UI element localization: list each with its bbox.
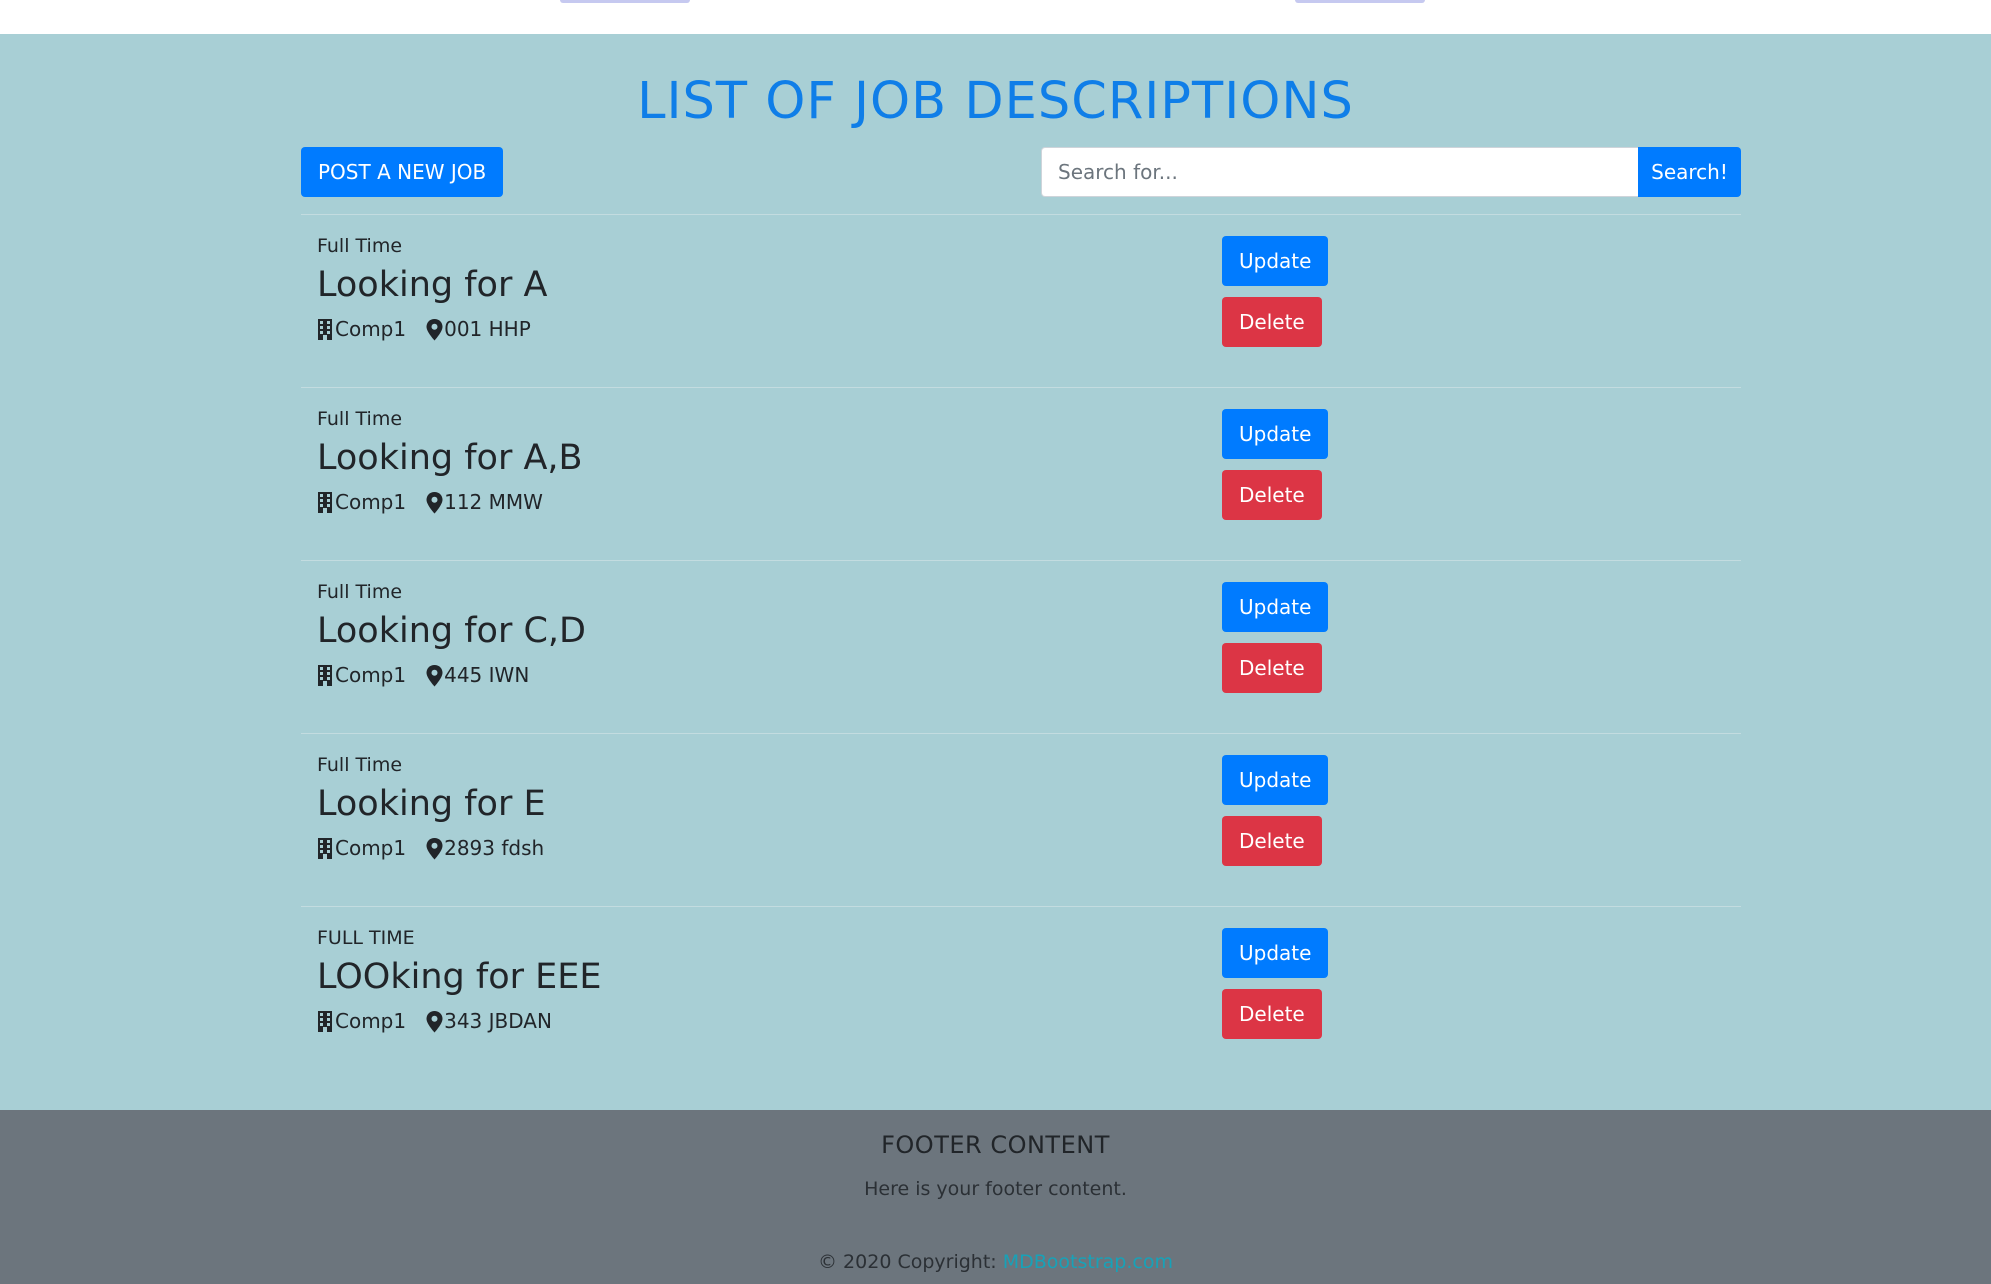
job-title: Looking for A — [317, 265, 548, 305]
job-title: Looking for A,B — [317, 438, 583, 478]
delete-button[interactable]: Delete — [1222, 816, 1322, 866]
job-type: Full Time — [317, 408, 403, 430]
job-type: FULL TIME — [317, 927, 415, 949]
job-type: Full Time — [317, 754, 403, 776]
map-marker-icon — [426, 319, 443, 341]
search-group: Search! — [1041, 147, 1741, 197]
building-icon — [317, 492, 334, 514]
job-meta: Comp1 445 IWN — [317, 663, 529, 687]
delete-button[interactable]: Delete — [1222, 470, 1322, 520]
toolbar: POST A NEW JOB Search! — [301, 147, 1741, 207]
page-title: LIST OF JOB DESCRIPTIONS — [637, 72, 1354, 131]
map-marker-icon — [426, 838, 443, 860]
job-meta: Comp1 2893 fdsh — [317, 836, 544, 860]
job-meta: Comp1 112 MMW — [317, 490, 543, 514]
map-marker-icon — [426, 1011, 443, 1033]
update-button[interactable]: Update — [1222, 236, 1329, 286]
job-location: 001 HHP — [426, 317, 531, 341]
job-list: Full Time Looking for A Comp1 001 HHP Up… — [301, 214, 1741, 1079]
job-meta: Comp1 001 HHP — [317, 317, 531, 341]
delete-button[interactable]: Delete — [1222, 297, 1322, 347]
job-actions: Update Delete — [1222, 928, 1329, 1050]
top-glint-right — [1295, 0, 1425, 3]
job-meta: Comp1 343 JBDAN — [317, 1009, 552, 1033]
location-text: 2893 fdsh — [444, 836, 545, 860]
company-name: Comp1 — [335, 836, 407, 860]
delete-button[interactable]: Delete — [1222, 989, 1322, 1039]
search-input[interactable] — [1041, 147, 1638, 197]
job-location: 343 JBDAN — [426, 1009, 552, 1033]
footer-text: Here is your footer content. — [864, 1178, 1127, 1200]
building-icon — [317, 319, 334, 341]
job-item: Full Time Looking for A,B Comp1 112 MMW … — [301, 387, 1741, 560]
location-text: 112 MMW — [444, 490, 543, 514]
job-location: 445 IWN — [426, 663, 529, 687]
job-actions: Update Delete — [1222, 582, 1329, 704]
map-marker-icon — [426, 492, 443, 514]
job-actions: Update Delete — [1222, 755, 1329, 877]
copyright: © 2020 Copyright: MDBootstrap.com — [0, 1251, 1991, 1273]
company-name: Comp1 — [335, 317, 407, 341]
building-icon — [317, 838, 334, 860]
job-item: Full Time Looking for A Comp1 001 HHP Up… — [301, 214, 1741, 387]
job-actions: Update Delete — [1222, 236, 1329, 358]
company-name: Comp1 — [335, 1009, 407, 1033]
job-title: Looking for C,D — [317, 611, 586, 651]
location-text: 001 HHP — [444, 317, 531, 341]
main-content: LIST OF JOB DESCRIPTIONS POST A NEW JOB … — [0, 34, 1991, 1110]
delete-button[interactable]: Delete — [1222, 643, 1322, 693]
search-button[interactable]: Search! — [1638, 147, 1741, 197]
top-glint-left — [560, 0, 690, 3]
job-company: Comp1 — [317, 1009, 406, 1033]
job-type: Full Time — [317, 581, 403, 603]
company-name: Comp1 — [335, 490, 407, 514]
job-company: Comp1 — [317, 317, 406, 341]
job-location: 112 MMW — [426, 490, 543, 514]
location-text: 445 IWN — [444, 663, 530, 687]
footer: FOOTER CONTENT Here is your footer conte… — [0, 1110, 1991, 1284]
job-item: Full Time Looking for C,D Comp1 445 IWN … — [301, 560, 1741, 733]
update-button[interactable]: Update — [1222, 582, 1329, 632]
footer-title: FOOTER CONTENT — [881, 1131, 1110, 1159]
map-marker-icon — [426, 665, 443, 687]
content-container: POST A NEW JOB Search! Full Time Looking… — [301, 147, 1741, 1079]
job-title: Looking for E — [317, 784, 546, 824]
job-type: Full Time — [317, 235, 403, 257]
update-button[interactable]: Update — [1222, 928, 1329, 978]
job-location: 2893 fdsh — [426, 836, 544, 860]
job-item: Full Time Looking for E Comp1 2893 fdsh … — [301, 733, 1741, 906]
copyright-prefix: © 2020 Copyright: — [818, 1251, 1003, 1273]
location-text: 343 JBDAN — [444, 1009, 552, 1033]
post-new-job-button[interactable]: POST A NEW JOB — [301, 147, 504, 197]
job-company: Comp1 — [317, 663, 406, 687]
job-title: LOOking for EEE — [317, 957, 602, 997]
top-bar — [0, 0, 1991, 34]
building-icon — [317, 1011, 334, 1033]
company-name: Comp1 — [335, 663, 407, 687]
update-button[interactable]: Update — [1222, 755, 1329, 805]
update-button[interactable]: Update — [1222, 409, 1329, 459]
building-icon — [317, 665, 334, 687]
job-item: FULL TIME LOOking for EEE Comp1 343 JBDA… — [301, 906, 1741, 1079]
job-company: Comp1 — [317, 490, 406, 514]
job-actions: Update Delete — [1222, 409, 1329, 531]
job-company: Comp1 — [317, 836, 406, 860]
copyright-link[interactable]: MDBootstrap.com — [1003, 1251, 1173, 1273]
